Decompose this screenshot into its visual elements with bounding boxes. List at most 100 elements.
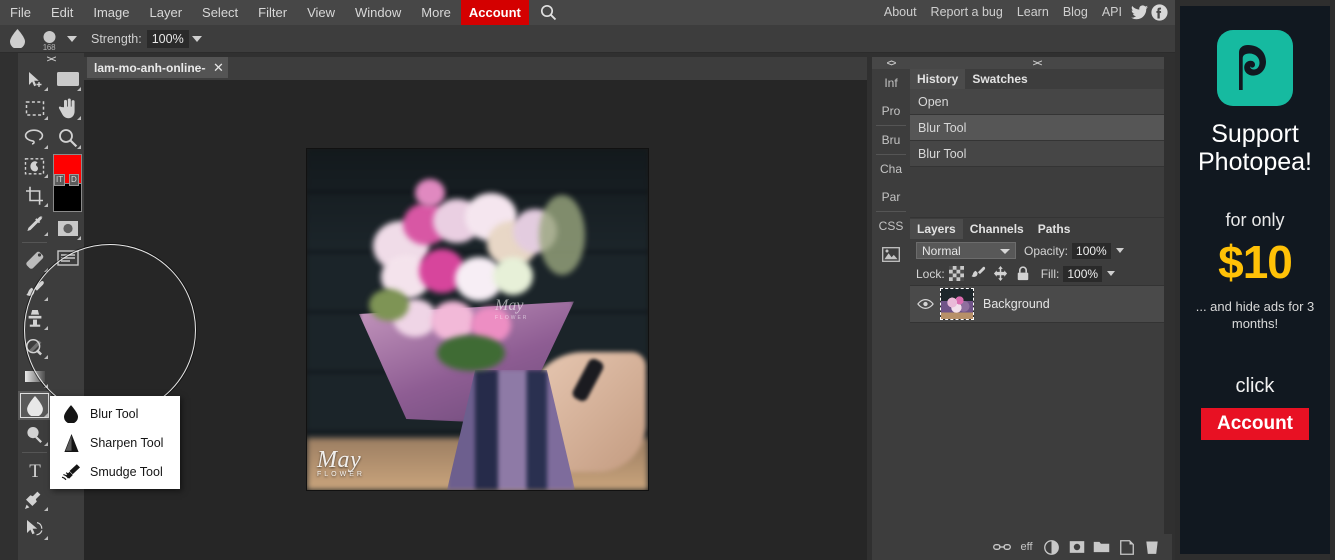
rail-tab-brushes[interactable]: Bru xyxy=(872,126,910,154)
link-blog[interactable]: Blog xyxy=(1056,0,1095,25)
history-item[interactable]: Open xyxy=(910,89,1164,115)
rectangular-marquee-tool[interactable] xyxy=(18,94,51,123)
gradient-tool[interactable] xyxy=(18,362,51,391)
brush-preview-button[interactable]: 168 xyxy=(34,25,64,53)
move-lock-icon[interactable] xyxy=(991,265,1011,283)
tab-channels[interactable]: Channels xyxy=(963,219,1031,239)
new-layer-icon[interactable] xyxy=(1114,536,1139,558)
fill-caret-icon[interactable] xyxy=(1107,271,1116,276)
history-item[interactable]: Blur Tool xyxy=(910,141,1164,167)
blur-drop-icon[interactable] xyxy=(0,25,34,53)
fill-input[interactable]: 100% xyxy=(1063,265,1103,282)
menu-item-layer[interactable]: Layer xyxy=(140,0,193,25)
link-report-a-bug[interactable]: Report a bug xyxy=(924,0,1010,25)
adjustment-layer-icon[interactable] xyxy=(1039,536,1064,558)
swatch-label-right[interactable]: D xyxy=(69,174,79,186)
lasso-tool[interactable] xyxy=(18,123,51,152)
link-learn[interactable]: Learn xyxy=(1010,0,1056,25)
tab-layers[interactable]: Layers xyxy=(910,219,963,239)
menu-item-edit[interactable]: Edit xyxy=(41,0,83,25)
strength-input[interactable]: 100% xyxy=(146,29,189,48)
object-selection-tool[interactable] xyxy=(18,152,51,181)
clone-stamp-tool[interactable] xyxy=(18,304,51,333)
brush-dropdown-caret-icon[interactable] xyxy=(67,35,77,42)
burn-tool[interactable] xyxy=(18,420,51,449)
pen-tool[interactable] xyxy=(18,485,51,514)
ad-account-button[interactable]: Account xyxy=(1201,407,1309,440)
tool-corner-icon xyxy=(77,236,81,240)
document-canvas[interactable]: May FLOWER May FLOWER xyxy=(307,149,648,490)
flyout-item-blur-tool[interactable]: Blur Tool xyxy=(50,399,180,428)
toolbar-collapse-button[interactable]: >< xyxy=(18,53,84,65)
menu-item-select[interactable]: Select xyxy=(192,0,248,25)
tab-swatches[interactable]: Swatches xyxy=(965,69,1034,89)
layer-effects-icon[interactable]: eff xyxy=(1014,536,1039,558)
tab-paths[interactable]: Paths xyxy=(1031,219,1078,239)
ad-content[interactable]: Support Photopea! for only $10 ... and h… xyxy=(1180,6,1330,554)
text-block-tool[interactable] xyxy=(51,243,84,272)
tool-corner-icon xyxy=(77,116,81,120)
menu-item-account[interactable]: Account xyxy=(460,0,529,25)
blur-tool[interactable] xyxy=(18,391,51,420)
padlock-icon[interactable] xyxy=(1013,265,1033,283)
layer-name[interactable]: Background xyxy=(983,297,1050,311)
type-tool[interactable]: T xyxy=(18,456,51,485)
search-icon[interactable] xyxy=(537,0,561,25)
canvas-area[interactable]: May FLOWER May FLOWER xyxy=(84,80,867,560)
opacity-input[interactable]: 100% xyxy=(1072,242,1111,259)
dodge-tool[interactable] xyxy=(18,333,51,362)
toolbar-divider xyxy=(22,242,47,243)
eyedropper-tool[interactable] xyxy=(18,210,51,239)
new-group-icon[interactable] xyxy=(1089,536,1114,558)
shape-tool[interactable] xyxy=(51,214,84,243)
flyout-item-sharpen-tool[interactable]: Sharpen Tool xyxy=(50,428,180,457)
hand-tool[interactable] xyxy=(51,94,84,123)
link-api[interactable]: API xyxy=(1095,0,1129,25)
menu-item-window[interactable]: Window xyxy=(345,0,411,25)
facebook-icon[interactable] xyxy=(1149,0,1169,25)
image-thumbnail-icon[interactable] xyxy=(872,240,910,268)
document-tab[interactable]: lam-mo-anh-online-g ✕ xyxy=(87,57,228,78)
menu-item-filter[interactable]: Filter xyxy=(248,0,297,25)
layers-panel-tabs: Layers Channels Paths xyxy=(910,219,1164,239)
menu-item-more[interactable]: More xyxy=(411,0,461,25)
menu-item-image[interactable]: Image xyxy=(83,0,139,25)
rail-tab-info[interactable]: Inf xyxy=(872,69,910,97)
tool-corner-icon xyxy=(44,145,48,149)
flyout-item-smudge-tool[interactable]: Smudge Tool xyxy=(50,457,180,486)
menu-item-file[interactable]: File xyxy=(0,0,41,25)
paintbrush-lock-icon[interactable] xyxy=(969,265,989,283)
link-layers-icon[interactable] xyxy=(989,536,1014,558)
opacity-caret-icon[interactable] xyxy=(1115,248,1124,253)
artboard-tool[interactable] xyxy=(51,65,84,94)
eye-icon[interactable] xyxy=(910,298,940,310)
crop-tool[interactable] xyxy=(18,181,51,210)
path-selection-tool[interactable] xyxy=(18,514,51,543)
rail-tab-character[interactable]: Cha xyxy=(872,155,910,183)
close-icon[interactable]: ✕ xyxy=(213,61,224,74)
rail-expand-button[interactable]: <> xyxy=(872,57,910,69)
twitter-icon[interactable] xyxy=(1129,0,1149,25)
blend-mode-select[interactable]: Normal xyxy=(916,242,1016,259)
history-list: Open Blur Tool Blur Tool xyxy=(910,89,1164,218)
panel-collapse-button[interactable]: >< xyxy=(910,57,1164,69)
delete-layer-icon[interactable] xyxy=(1139,536,1164,558)
blur-tool-flyout-menu[interactable]: Blur Tool Sharpen Tool Smudge Tool xyxy=(50,396,180,489)
layer-thumbnail[interactable] xyxy=(940,288,974,320)
rail-tab-properties[interactable]: Pro xyxy=(872,97,910,125)
menu-item-view[interactable]: View xyxy=(297,0,345,25)
strength-dropdown-caret-icon[interactable] xyxy=(191,35,202,42)
rail-tab-css[interactable]: CSS xyxy=(872,212,910,240)
tab-history[interactable]: History xyxy=(910,69,966,89)
layer-mask-icon[interactable] xyxy=(1064,536,1089,558)
zoom-tool[interactable] xyxy=(51,123,84,152)
swatch-label-left[interactable]: IT xyxy=(54,174,66,186)
layer-row-background[interactable]: Background xyxy=(910,286,1164,323)
rail-tab-paragraph[interactable]: Par xyxy=(872,183,910,211)
move-tool[interactable] xyxy=(18,65,51,94)
link-about[interactable]: About xyxy=(877,0,924,25)
checker-transparency-icon[interactable] xyxy=(947,265,967,283)
eraser-tool[interactable] xyxy=(18,246,51,275)
history-item[interactable]: Blur Tool xyxy=(910,115,1164,141)
brush-tool[interactable] xyxy=(18,275,51,304)
